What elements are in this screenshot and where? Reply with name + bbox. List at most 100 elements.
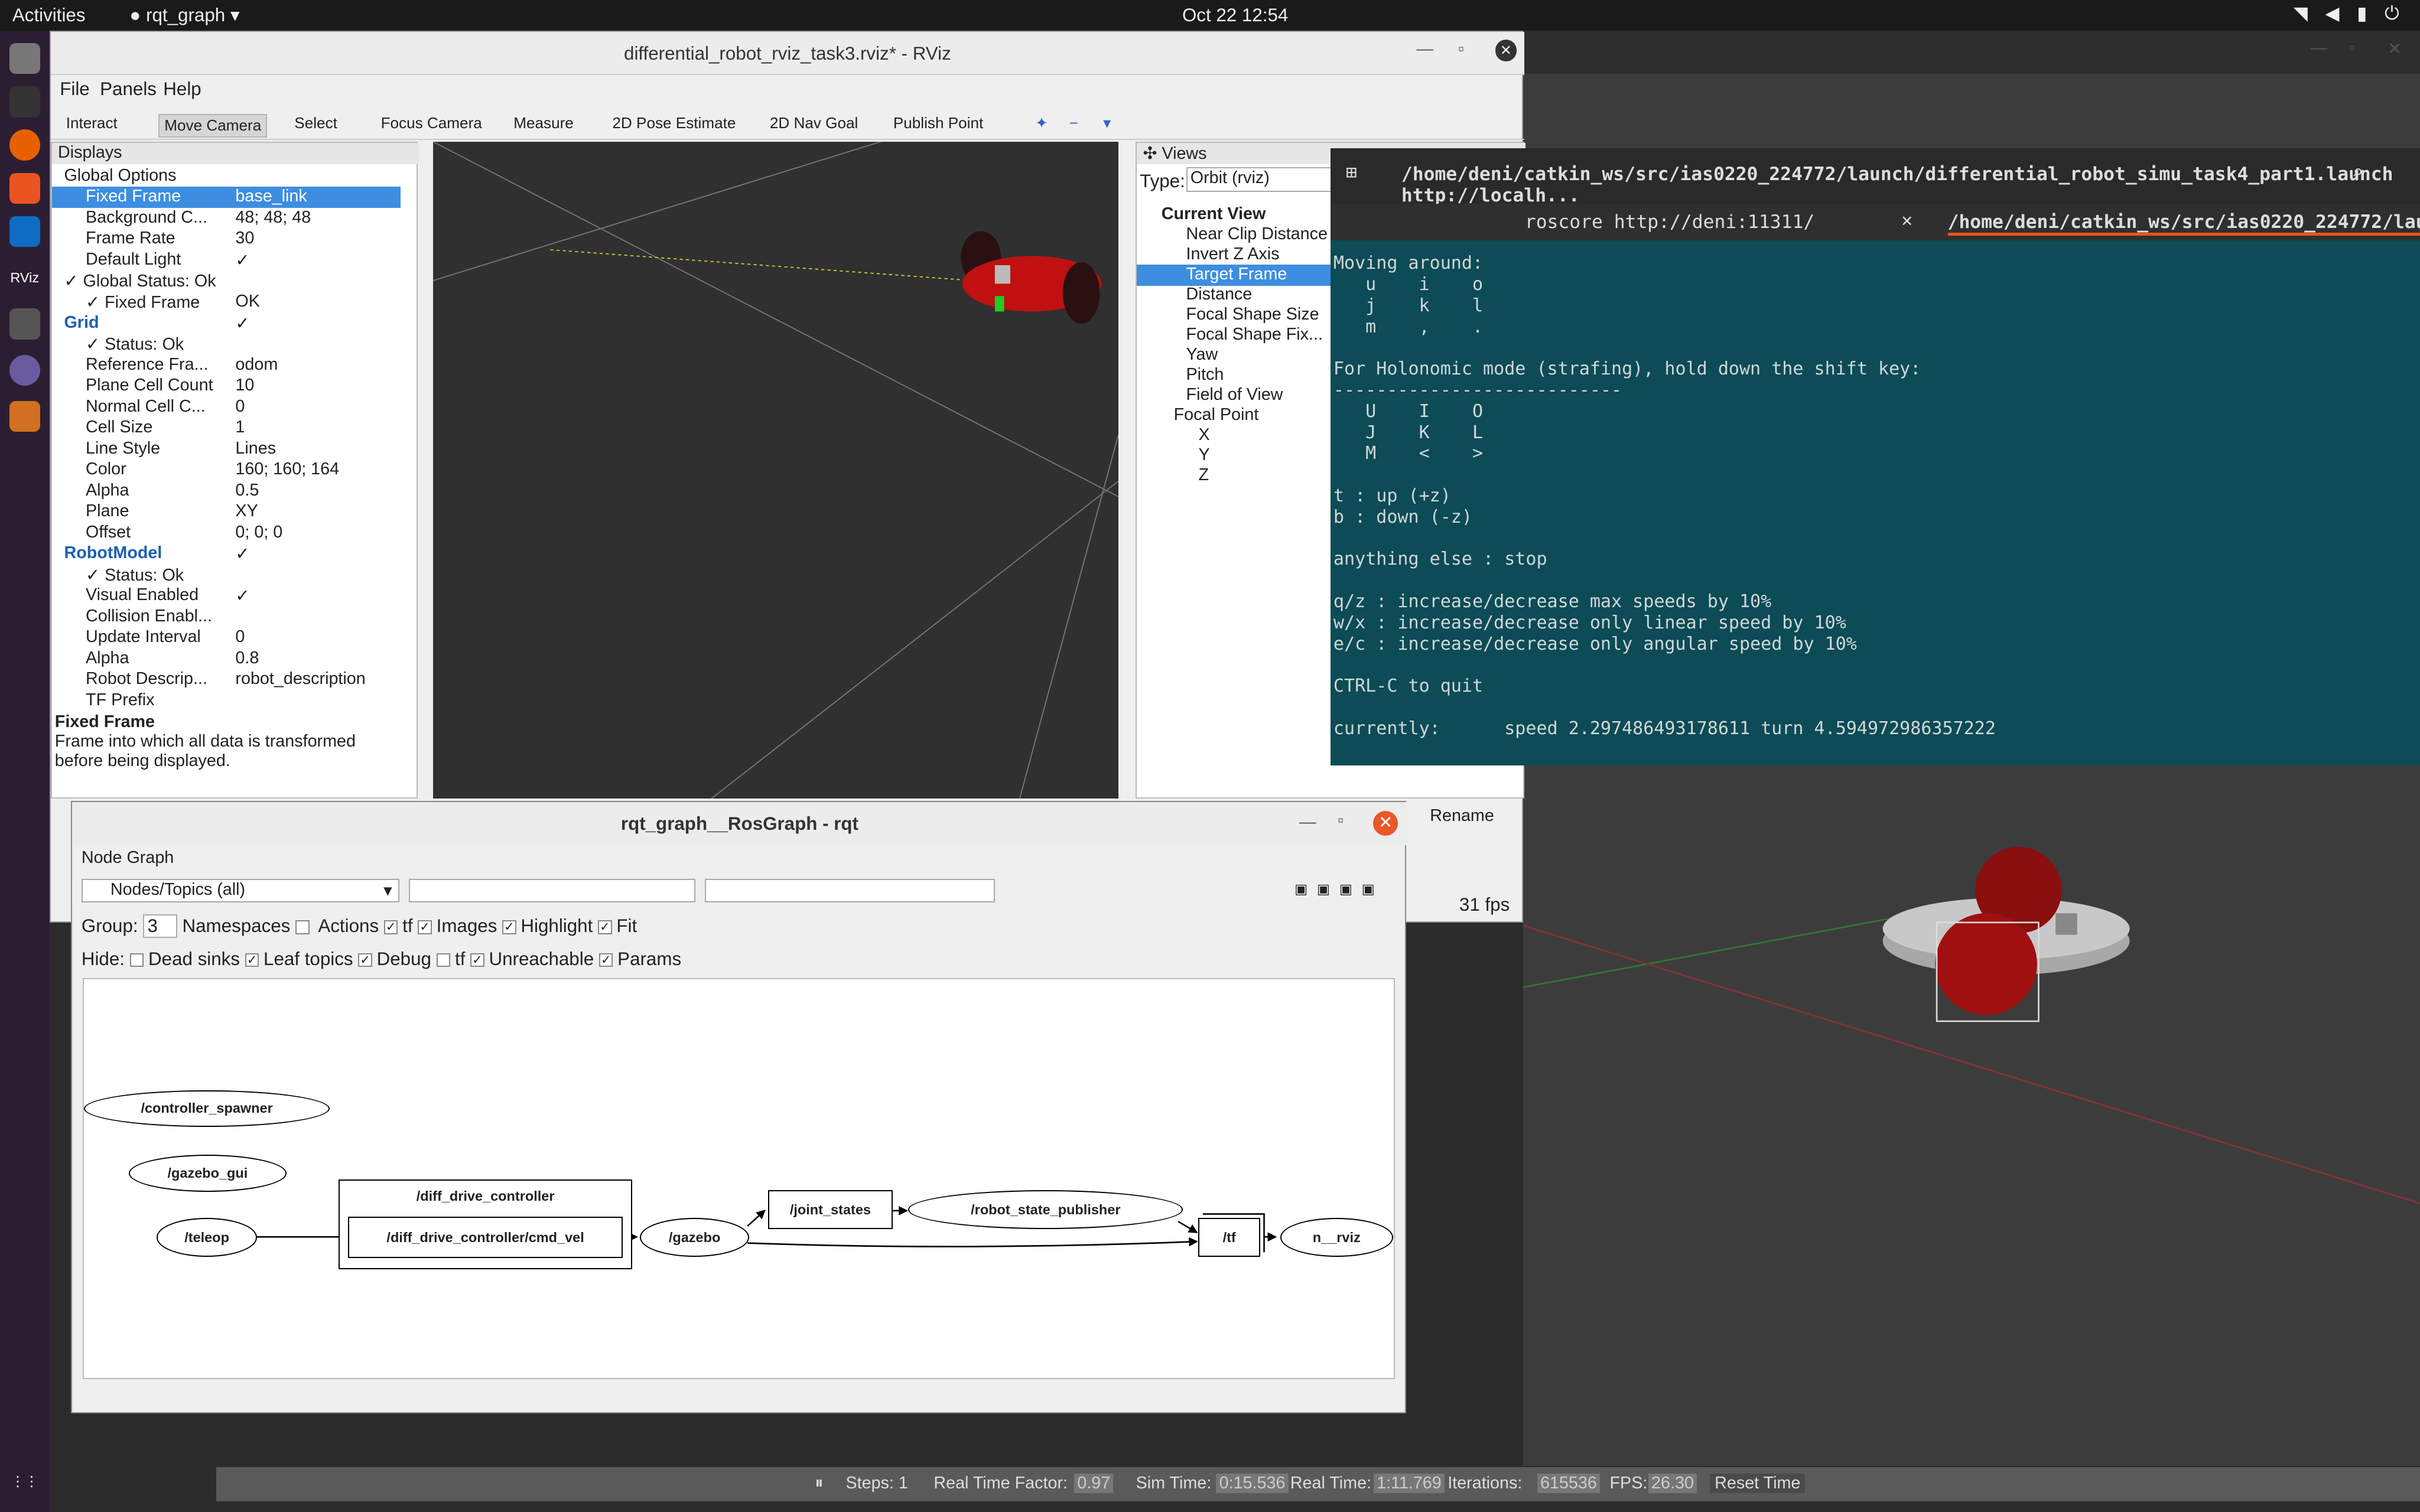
view-row[interactable]: Field of View bbox=[1137, 385, 1338, 406]
topic-cmd-vel[interactable]: /diff_drive_controller/cmd_vel bbox=[348, 1216, 623, 1259]
display-row-value[interactable]: 30 bbox=[235, 229, 254, 248]
display-row[interactable]: Normal Cell C... 0 bbox=[52, 397, 401, 418]
view-row[interactable]: Near Clip Distance bbox=[1137, 224, 1338, 246]
highlight-checkbox[interactable]: ✓ bbox=[502, 920, 516, 934]
tool-nav-goal[interactable]: 2D Nav Goal bbox=[770, 114, 858, 132]
maximize-icon[interactable]: ▫ bbox=[1338, 811, 1344, 830]
close-icon[interactable]: ✕ bbox=[1495, 40, 1517, 61]
display-row[interactable]: Global Options bbox=[52, 166, 401, 187]
group-spinbox[interactable]: 3 bbox=[143, 914, 177, 939]
display-row[interactable]: Collision Enabl... bbox=[52, 607, 401, 628]
software-icon[interactable] bbox=[9, 172, 40, 204]
display-row-value[interactable]: base_link bbox=[235, 187, 307, 206]
terminal-icon[interactable] bbox=[9, 86, 40, 118]
display-row[interactable]: Update Interval 0 bbox=[52, 627, 401, 649]
steps-control[interactable]: Steps: 1 bbox=[845, 1474, 908, 1493]
display-row[interactable]: Robot Descrip... robot_description bbox=[52, 669, 401, 690]
dead-sinks-checkbox[interactable] bbox=[129, 953, 144, 967]
tab-launch[interactable]: /home/deni/catkin_ws/src/ias0220_224772/… bbox=[1947, 211, 2420, 236]
tool-pose-estimate[interactable]: 2D Pose Estimate bbox=[612, 114, 736, 132]
display-row[interactable]: Default Light ✓ bbox=[52, 250, 401, 271]
view-row[interactable]: Y bbox=[1137, 445, 1338, 467]
rviz-3d-view[interactable] bbox=[432, 141, 1120, 800]
display-row[interactable]: Background C... 48; 48; 48 bbox=[52, 208, 401, 229]
display-row[interactable]: RobotModel ✓ bbox=[52, 543, 401, 565]
display-row-value[interactable]: 0 bbox=[235, 397, 245, 416]
firefox-icon[interactable] bbox=[9, 129, 40, 161]
view-row[interactable]: Focal Point bbox=[1137, 405, 1338, 426]
display-row-value[interactable]: odom bbox=[235, 355, 278, 374]
tf-checkbox[interactable] bbox=[436, 953, 451, 967]
files-icon[interactable] bbox=[9, 43, 40, 74]
tab-roscore[interactable]: roscore http://deni:11311/ bbox=[1525, 211, 1814, 233]
display-row[interactable]: Offset 0; 0; 0 bbox=[52, 523, 401, 544]
node-rviz[interactable]: n__rviz bbox=[1280, 1218, 1393, 1257]
display-row[interactable]: Fixed Frame base_link bbox=[51, 187, 401, 208]
dropdown-icon[interactable]: ▾ bbox=[1103, 114, 1111, 132]
minus-icon[interactable]: − bbox=[1069, 114, 1078, 132]
minimize-icon[interactable]: — bbox=[1299, 813, 1316, 832]
display-row-value[interactable]: ✓ bbox=[235, 250, 249, 271]
display-row-value[interactable]: 48; 48; 48 bbox=[235, 208, 311, 227]
params-checkbox[interactable]: ✓ bbox=[599, 953, 613, 967]
tool-measure[interactable]: Measure bbox=[513, 114, 574, 132]
display-row[interactable]: ✓ Status: Ok bbox=[52, 565, 401, 586]
filter-input-topics[interactable] bbox=[705, 879, 996, 902]
display-row-value[interactable]: robot_description bbox=[235, 669, 365, 689]
fit-checkbox[interactable]: ✓ bbox=[598, 920, 612, 934]
display-row-value[interactable]: 0.8 bbox=[235, 649, 259, 668]
actions-checkbox[interactable]: ✓ bbox=[383, 920, 398, 934]
view-row[interactable]: Pitch bbox=[1137, 365, 1338, 386]
display-row[interactable]: Plane XY bbox=[52, 501, 401, 523]
gazebo-icon[interactable] bbox=[9, 308, 40, 340]
display-row-value[interactable]: ✓ bbox=[235, 585, 249, 606]
node-gazebo[interactable]: /gazebo bbox=[639, 1218, 750, 1257]
toolbar-icons[interactable]: ▣▣▣▣ bbox=[1294, 881, 1384, 897]
view-row[interactable]: X bbox=[1137, 425, 1338, 447]
unreachable-checkbox[interactable]: ✓ bbox=[470, 953, 484, 967]
view-row[interactable]: Focal Shape Size bbox=[1137, 305, 1338, 326]
display-row[interactable]: ✓ Global Status: Ok bbox=[52, 271, 401, 292]
node-teleop[interactable]: /teleop bbox=[157, 1218, 257, 1257]
display-row[interactable]: Visual Enabled ✓ bbox=[52, 585, 401, 607]
display-row-value[interactable]: 160; 160; 164 bbox=[235, 460, 339, 479]
menu-file[interactable]: File bbox=[60, 79, 89, 100]
rqt-icon[interactable] bbox=[9, 354, 40, 386]
display-row[interactable]: Color 160; 160; 164 bbox=[52, 460, 401, 481]
display-row[interactable]: Grid ✓ bbox=[52, 313, 401, 334]
type-select[interactable]: Orbit (rviz) bbox=[1186, 167, 1335, 193]
tool-select[interactable]: Select bbox=[294, 114, 337, 132]
clock[interactable]: Oct 22 12:54 bbox=[1182, 5, 1288, 26]
view-row[interactable]: Focal Shape Fix... bbox=[1137, 325, 1338, 346]
display-row[interactable]: TF Prefix bbox=[52, 690, 401, 706]
apps-grid-icon[interactable]: ⋮⋮ bbox=[9, 1466, 40, 1497]
view-row[interactable]: Current View bbox=[1137, 204, 1338, 226]
view-row[interactable]: Yaw bbox=[1137, 345, 1338, 366]
display-row[interactable]: Reference Fra... odom bbox=[52, 355, 401, 376]
app-menu[interactable]: ● rqt_graph ▾ bbox=[129, 5, 239, 26]
node-controller-spawner[interactable]: /controller_spawner bbox=[84, 1090, 330, 1128]
node-graph-canvas[interactable]: /controller_spawner /gazebo_gui /teleop … bbox=[83, 977, 1395, 1379]
rviz-icon[interactable]: RViz bbox=[9, 262, 40, 294]
display-row-value[interactable]: 0; 0; 0 bbox=[235, 523, 282, 542]
filter-input-nodes[interactable] bbox=[408, 879, 696, 902]
display-row[interactable]: Frame Rate 30 bbox=[52, 229, 401, 250]
node-gazebo-gui[interactable]: /gazebo_gui bbox=[129, 1155, 287, 1192]
menu-help[interactable]: Help bbox=[163, 79, 201, 100]
graph-type-select[interactable]: Nodes/Topics (all) ▾ bbox=[81, 879, 399, 902]
debug-checkbox[interactable]: ✓ bbox=[358, 953, 372, 967]
new-tab-icon[interactable]: ⊞ bbox=[1346, 162, 1357, 183]
search-icon[interactable]: ⌕ bbox=[2352, 162, 2363, 183]
view-row[interactable]: Z bbox=[1137, 465, 1338, 487]
display-row-value[interactable]: ✓ bbox=[235, 313, 249, 334]
display-row[interactable]: Cell Size 1 bbox=[52, 418, 401, 439]
tool-publish-point[interactable]: Publish Point bbox=[893, 114, 983, 132]
display-row[interactable]: Alpha 0.5 bbox=[52, 481, 401, 502]
reset-time-button[interactable]: Reset Time bbox=[1710, 1473, 1806, 1493]
topic-tf[interactable]: /tf bbox=[1198, 1218, 1260, 1257]
tool-interact[interactable]: Interact bbox=[66, 114, 118, 132]
terminal-window[interactable]: ⊞ /home/deni/catkin_ws/src/ias0220_22477… bbox=[1330, 148, 2420, 765]
minimize-icon[interactable]: — bbox=[1416, 40, 1433, 59]
pause-icon[interactable]: ⏸ bbox=[815, 1474, 823, 1493]
app-icon[interactable] bbox=[9, 401, 40, 432]
